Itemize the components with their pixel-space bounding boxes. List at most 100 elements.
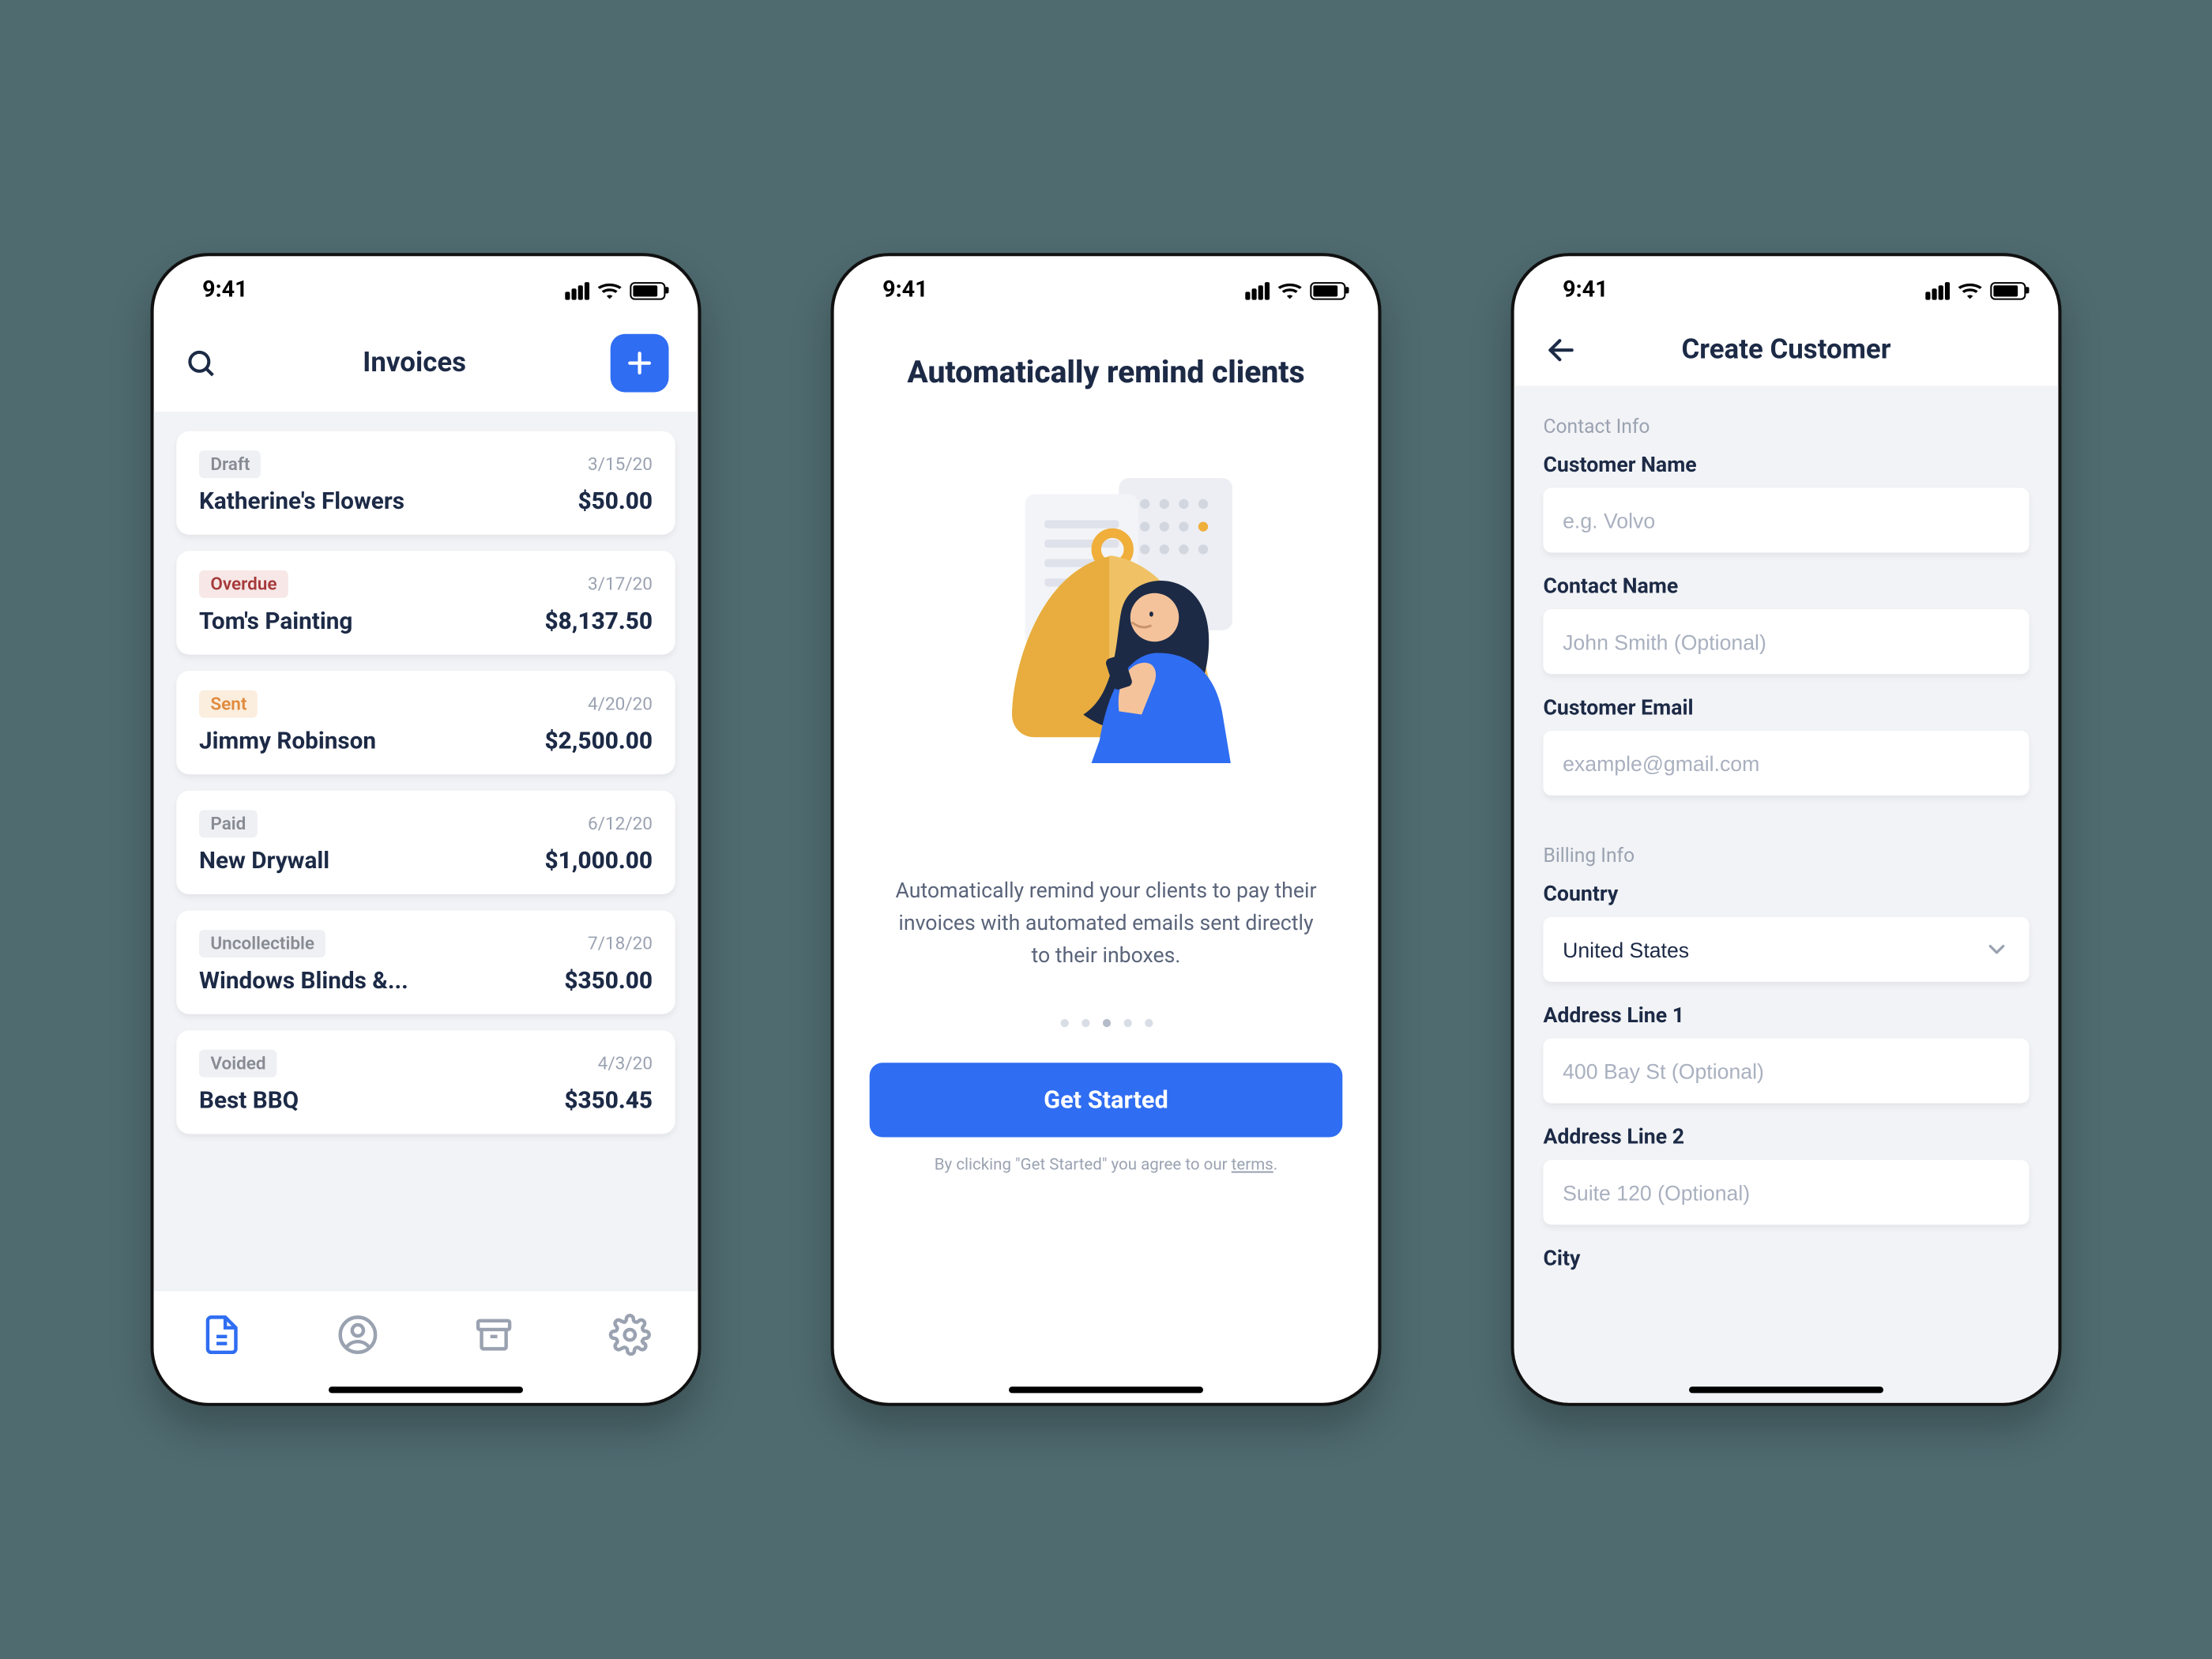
label-city: City — [1544, 1247, 2030, 1272]
battery-icon — [630, 281, 665, 299]
customer-form[interactable]: Contact Info Customer Name Contact Name … — [1514, 386, 2059, 1402]
invoice-date: 3/17/20 — [588, 574, 653, 595]
onboarding-body: Automatically remind your clients to pay… — [834, 876, 1379, 974]
label-customer-name: Customer Name — [1544, 453, 2030, 478]
invoice-amount: $350.00 — [564, 967, 653, 995]
add-invoice-button[interactable] — [611, 334, 669, 393]
invoice-list[interactable]: Draft 3/15/20 Katherine's Flowers $50.00 Ove… — [154, 412, 698, 1403]
invoice-amount: $50.00 — [577, 487, 653, 515]
invoice-vendor: Katherine's Flowers — [199, 487, 404, 515]
invoice-amount: $1,000.00 — [545, 848, 653, 875]
invoice-status-pill: Sent — [199, 690, 258, 718]
battery-icon — [1990, 281, 2026, 299]
invoice-date: 6/12/20 — [588, 814, 653, 835]
status-time: 9:41 — [1563, 277, 1608, 303]
invoice-card[interactable]: Overdue 3/17/20 Tom's Painting $8,137.50 — [176, 551, 675, 654]
invoice-status-pill: Uncollectible — [199, 930, 325, 957]
wifi-icon — [597, 281, 622, 299]
page-dot[interactable] — [1123, 1020, 1131, 1028]
signal-icon — [1925, 281, 1950, 299]
archive-icon — [472, 1314, 514, 1356]
terms-link[interactable]: terms — [1232, 1157, 1273, 1176]
phone-create-customer: 9:41 Create Customer Contact Info Custom… — [1511, 253, 2062, 1406]
invoice-date: 3/15/20 — [588, 453, 653, 475]
arrow-left-icon — [1545, 334, 1578, 367]
input-address-1[interactable] — [1544, 1038, 2030, 1103]
invoice-card[interactable]: Sent 4/20/20 Jimmy Robinson $2,500.00 — [176, 671, 675, 774]
invoice-card[interactable]: Paid 6/12/20 New Drywall $1,000.00 — [176, 791, 675, 894]
invoice-amount: $350.45 — [564, 1087, 653, 1115]
invoice-status-pill: Paid — [199, 810, 258, 837]
status-bar: 9:41 — [1514, 256, 2059, 311]
status-time: 9:41 — [882, 277, 927, 303]
page-dot[interactable] — [1060, 1020, 1068, 1028]
page-dot[interactable] — [1081, 1020, 1089, 1028]
tab-archive[interactable] — [472, 1314, 514, 1356]
gear-icon — [609, 1314, 651, 1356]
invoice-vendor: New Drywall — [199, 848, 329, 875]
signal-icon — [1245, 281, 1270, 299]
chevron-down-icon — [1984, 936, 2010, 962]
page-dots — [834, 1020, 1379, 1028]
battery-icon — [1310, 281, 1345, 299]
get-started-label: Get Started — [1044, 1086, 1168, 1115]
tab-invoices[interactable] — [201, 1314, 243, 1356]
search-icon — [185, 347, 217, 379]
page-dot[interactable] — [1102, 1020, 1110, 1028]
phone-onboarding: 9:41 Automatically remind clients — [831, 253, 1382, 1406]
invoice-date: 7/18/20 — [588, 933, 653, 954]
invoice-date: 4/3/20 — [598, 1053, 653, 1074]
status-bar: 9:41 — [834, 256, 1379, 311]
plus-icon — [625, 348, 654, 378]
screen-header: Invoices — [154, 311, 698, 412]
status-time: 9:41 — [202, 277, 247, 303]
section-billing-info: Billing Info — [1544, 844, 2030, 867]
invoice-amount: $8,137.50 — [545, 608, 653, 635]
invoice-date: 4/20/20 — [588, 694, 653, 715]
page-title: Invoices — [363, 347, 466, 379]
home-indicator — [1009, 1386, 1203, 1393]
invoice-status-pill: Overdue — [199, 570, 288, 598]
invoice-status-pill: Voided — [199, 1050, 277, 1078]
invoice-vendor: Best BBQ — [199, 1087, 299, 1115]
input-customer-email[interactable] — [1544, 731, 2030, 796]
wifi-icon — [1958, 281, 1982, 299]
document-icon — [201, 1314, 243, 1356]
home-indicator — [1689, 1386, 1883, 1393]
invoice-vendor: Tom's Painting — [199, 608, 352, 635]
page-dot[interactable] — [1144, 1020, 1152, 1028]
tab-settings[interactable] — [609, 1314, 651, 1356]
invoice-vendor: Jimmy Robinson — [199, 728, 376, 755]
terms-text: By clicking "Get Started" you agree to o… — [834, 1157, 1379, 1176]
label-contact-name: Contact Name — [1544, 575, 2030, 600]
status-bar: 9:41 — [154, 256, 698, 311]
invoice-card[interactable]: Voided 4/3/20 Best BBQ $350.45 — [176, 1030, 675, 1134]
onboarding-title: Automatically remind clients — [834, 353, 1379, 390]
signal-icon — [565, 281, 589, 299]
label-address-2: Address Line 2 — [1544, 1126, 2030, 1150]
invoice-card[interactable]: Uncollectible 7/18/20 Windows Blinds &... $… — [176, 911, 675, 1014]
onboarding-illustration — [834, 390, 1379, 876]
screen-header: Create Customer — [1514, 311, 2059, 386]
invoice-amount: $2,500.00 — [545, 728, 653, 755]
tab-customers[interactable] — [337, 1314, 378, 1356]
wifi-icon — [1277, 281, 1302, 299]
select-country[interactable] — [1544, 917, 2030, 982]
label-customer-email: Customer Email — [1544, 697, 2030, 721]
label-address-1: Address Line 1 — [1544, 1004, 2030, 1029]
invoice-card[interactable]: Draft 3/15/20 Katherine's Flowers $50.00 — [176, 431, 675, 535]
input-customer-name[interactable] — [1544, 487, 2030, 552]
label-country: Country — [1544, 883, 2030, 908]
tab-bar — [154, 1289, 698, 1403]
page-title: Create Customer — [1681, 334, 1890, 367]
input-contact-name[interactable] — [1544, 609, 2030, 674]
user-icon — [337, 1314, 378, 1356]
back-button[interactable] — [1544, 333, 1579, 368]
section-contact-info: Contact Info — [1544, 415, 2030, 438]
invoice-status-pill: Draft — [199, 450, 261, 478]
get-started-button[interactable]: Get Started — [870, 1063, 1343, 1138]
home-indicator — [329, 1386, 523, 1393]
invoice-vendor: Windows Blinds &... — [199, 967, 408, 995]
search-button[interactable] — [183, 345, 219, 381]
input-address-2[interactable] — [1544, 1160, 2030, 1224]
